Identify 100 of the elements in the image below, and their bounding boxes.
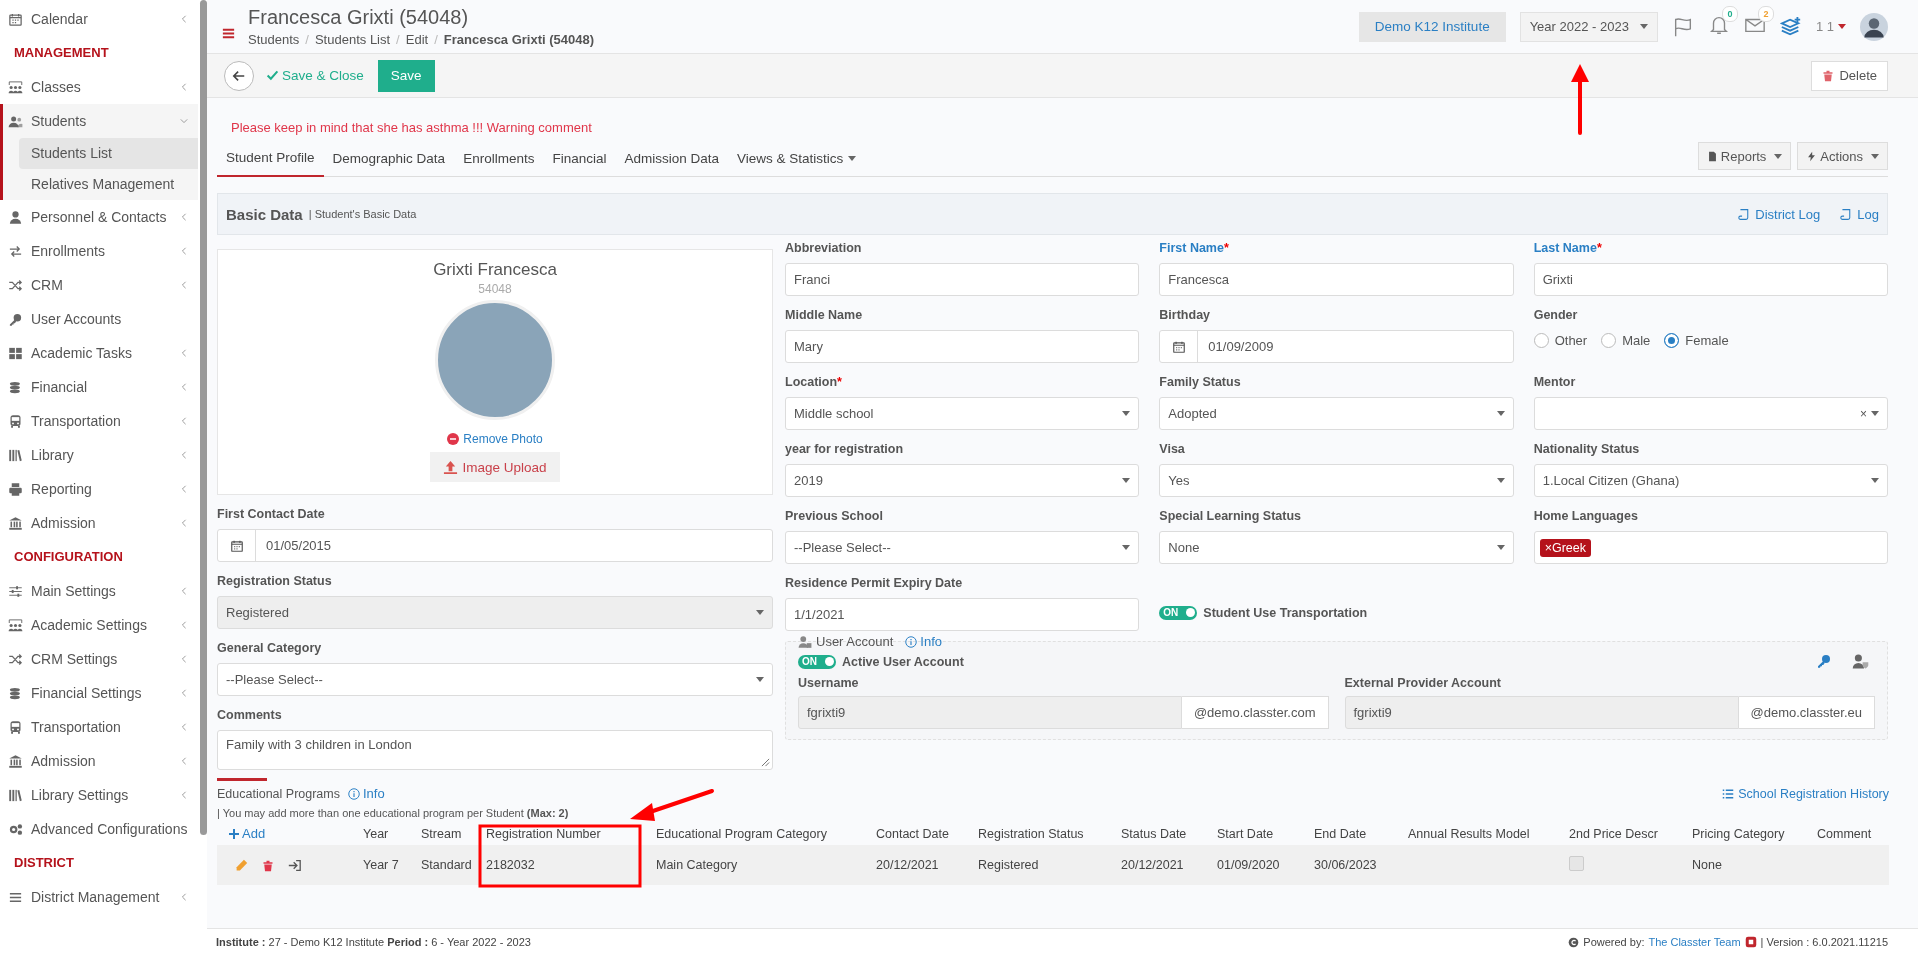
sidebar-item[interactable]: Advanced Configurations <box>0 812 198 846</box>
key-icon[interactable] <box>1816 653 1832 669</box>
table-cell: 20/12/2021 <box>1121 858 1184 872</box>
date-field[interactable]: 01/05/2015 <box>217 529 773 562</box>
select-field[interactable]: Yes <box>1159 464 1514 497</box>
tab[interactable]: Admission Data <box>615 142 728 176</box>
tab[interactable]: Enrollments <box>454 142 544 176</box>
breadcrumb[interactable]: Students <box>248 32 300 47</box>
sidebar-item[interactable]: Academic Settings <box>0 608 198 642</box>
sidebar-item[interactable]: Transportation <box>0 710 198 744</box>
text-field[interactable]: 1/1/2021 <box>785 598 1140 631</box>
text-field[interactable]: Mary <box>785 330 1140 363</box>
table-cell: Registered <box>978 858 1039 872</box>
sidebar-item[interactable]: Admission <box>0 506 198 540</box>
sidebar-item[interactable]: Main Settings <box>0 574 198 608</box>
clear-glyph[interactable]: × <box>1860 406 1867 421</box>
field-label: Middle Name <box>785 308 863 324</box>
sidebar-item[interactable]: CRM Settings <box>0 642 198 676</box>
sidebar-item[interactable]: Financial Settings <box>0 676 198 710</box>
avatar-icon[interactable] <box>1860 12 1888 41</box>
sidebar-item[interactable]: Financial <box>0 370 198 404</box>
column-header: Start Date <box>1217 827 1274 841</box>
actions-dropdown[interactable]: Actions <box>1797 142 1888 170</box>
check-icon <box>266 69 279 82</box>
select-field[interactable]: Middle school <box>785 397 1140 430</box>
tab[interactable]: Views & Statistics <box>728 142 866 176</box>
select-field[interactable]: --Please Select-- <box>217 663 773 696</box>
user-shield-icon[interactable] <box>1852 653 1869 670</box>
chevron-icon <box>180 723 188 731</box>
section-title: Educational Programs <box>217 786 340 801</box>
sidebar-item[interactable]: Reporting <box>0 472 198 506</box>
trash-icon[interactable] <box>262 859 274 872</box>
info-link[interactable]: Info <box>905 634 942 649</box>
menu-icon[interactable] <box>221 26 236 41</box>
select-field[interactable]: Adopted <box>1159 397 1514 430</box>
tab[interactable]: Financial <box>543 142 616 176</box>
remove-photo-link[interactable]: Remove Photo <box>447 432 543 446</box>
breadcrumb[interactable]: Students List <box>314 32 391 47</box>
sidebar-item[interactable]: Students <box>3 104 198 138</box>
log-link[interactable]: District Log <box>1738 206 1821 222</box>
image-upload-button[interactable]: Image Upload <box>430 452 560 482</box>
sidebar-subitem[interactable]: Relatives Management <box>19 169 198 200</box>
scrollbar[interactable] <box>200 0 207 835</box>
tab[interactable]: Demographic Data <box>323 142 455 176</box>
year-dropdown[interactable]: Year 2022 - 2023 <box>1519 11 1658 42</box>
field-label: Gender <box>1533 308 1578 324</box>
select-field[interactable]: 1.Local Citizen (Ghana) <box>1533 464 1888 497</box>
select-field[interactable]: × <box>1533 397 1888 430</box>
team-link[interactable]: The Classter Team <box>1648 936 1741 948</box>
text-field[interactable]: Grixti <box>1533 263 1888 296</box>
radio-button[interactable] <box>1533 332 1549 348</box>
table-cell: 30/06/2023 <box>1314 858 1377 872</box>
radio-button[interactable] <box>1601 332 1617 348</box>
sidebar-item[interactable]: CRM <box>0 268 198 302</box>
sidebar-item[interactable]: Admission <box>0 744 198 778</box>
add-link[interactable]: Add <box>229 826 266 842</box>
tab[interactable]: Student Profile <box>217 142 324 177</box>
column-header: Registration Status <box>978 827 1084 841</box>
plus-icon <box>229 828 239 839</box>
sidebar-item[interactable]: Enrollments <box>0 234 198 268</box>
sidebar-item[interactable]: Academic Tasks <box>0 336 198 370</box>
select-field[interactable]: 2019 <box>785 464 1140 497</box>
layers-plus-icon[interactable] <box>1779 15 1802 38</box>
sidebar-item[interactable]: Classes <box>0 70 198 104</box>
log-link[interactable]: Log <box>1840 206 1879 222</box>
date-field[interactable]: 01/09/2009 <box>1159 330 1514 363</box>
text-field[interactable]: Franci <box>785 263 1140 296</box>
domain-suffix: @demo.classter.eu <box>1738 696 1875 729</box>
registration-history-link[interactable]: School Registration History <box>1722 786 1889 801</box>
sidebar-item[interactable]: District Management <box>0 880 198 914</box>
caret-icon <box>1639 24 1648 29</box>
sidebar-item[interactable]: Library Settings <box>0 778 198 812</box>
field-label: First Contact Date <box>217 507 326 523</box>
sidebar-item[interactable]: Calendar <box>0 2 198 36</box>
breadcrumb[interactable]: Edit <box>405 32 429 47</box>
select-field[interactable]: None <box>1159 531 1514 564</box>
sign-in-icon[interactable] <box>288 859 301 873</box>
language-tag[interactable]: ×Greek <box>1539 538 1591 557</box>
sidebar-item[interactable]: User Accounts <box>0 302 198 336</box>
caret-icon[interactable] <box>1838 24 1846 29</box>
select-field[interactable]: --Please Select-- <box>785 531 1140 564</box>
tags-field[interactable]: ×Greek <box>1533 531 1888 564</box>
text-field[interactable]: Francesca <box>1159 263 1514 296</box>
username-field[interactable]: fgrixti9 <box>798 696 1182 729</box>
username-field[interactable]: fgrixti9 <box>1344 696 1739 729</box>
column-header: Pricing Category <box>1692 827 1785 841</box>
sidebar-item[interactable]: Library <box>0 438 198 472</box>
sidebar-item[interactable]: Personnel & Contacts <box>0 200 198 234</box>
caret-icon <box>1871 478 1879 483</box>
delete-button[interactable]: Delete <box>1811 60 1888 91</box>
comments-field[interactable]: Family with 3 children in London <box>217 730 773 770</box>
checkbox[interactable] <box>1569 856 1584 871</box>
sidebar-item[interactable]: Transportation <box>0 404 198 438</box>
bus-icon <box>8 413 23 429</box>
sidebar-subitem[interactable]: Students List <box>19 138 198 169</box>
radio-button[interactable] <box>1664 332 1680 348</box>
info-link[interactable]: Info <box>348 786 385 801</box>
reports-dropdown[interactable]: Reports <box>1697 142 1792 170</box>
back-button[interactable] <box>224 60 254 91</box>
info-icon <box>348 787 360 800</box>
